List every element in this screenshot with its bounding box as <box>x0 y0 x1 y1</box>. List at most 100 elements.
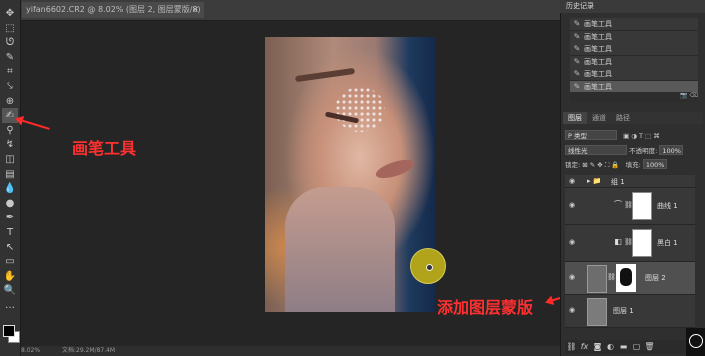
history-brush-icon[interactable]: ↯ <box>2 137 18 152</box>
history-item[interactable]: ✎ 画笔工具 <box>570 55 698 69</box>
pen-icon[interactable]: ✒ <box>2 210 18 225</box>
visibility-eye-icon[interactable]: ◉ <box>569 201 575 209</box>
history-item-label: 画笔工具 <box>584 82 612 91</box>
document-tab-bar: yifan6602.CR2 @ 8.02% (图层 2, 图层蒙版/8) × <box>0 0 560 21</box>
history-item[interactable]: ✎ 画笔工具 <box>570 43 698 56</box>
chain-link-icon[interactable]: ⛓ <box>607 273 616 281</box>
quick-select-icon[interactable]: ✎ <box>2 50 18 65</box>
black-white-adjustment-icon: ◧ <box>614 237 622 246</box>
crop-icon[interactable]: ⌗ <box>2 64 18 79</box>
lock-icons[interactable]: ⊠ ✎ ✥ ⛶ 🔒 <box>582 161 619 169</box>
move-icon[interactable]: ✥ <box>2 6 18 21</box>
marquee-icon[interactable]: ⬚ <box>2 21 18 36</box>
fill-field[interactable]: 100% <box>642 159 667 169</box>
healing-icon[interactable]: ⊕ <box>2 94 18 109</box>
adjustment-icon[interactable]: ◐ <box>604 340 617 354</box>
zoom-icon[interactable]: 🔍 <box>2 283 18 298</box>
layer-row-layer1[interactable]: ◉ 图层 1 <box>565 295 695 328</box>
eraser-icon[interactable]: ◫ <box>2 152 18 167</box>
path-select-icon[interactable]: ↖ <box>2 240 18 255</box>
filter-icons[interactable]: ▣ ◑ T ⬚ ⌘ <box>623 132 660 140</box>
stamp-icon[interactable]: ⚲ <box>2 123 18 138</box>
brush-cursor <box>410 248 446 284</box>
visibility-eye-icon[interactable]: ◉ <box>569 273 575 281</box>
visibility-eye-icon[interactable]: ◉ <box>569 306 575 314</box>
layer-filter-select[interactable]: P 类型 <box>565 130 617 140</box>
tab-channels[interactable]: 通道 <box>587 114 611 122</box>
history-item-label: 画笔工具 <box>584 70 612 78</box>
mask-icon[interactable]: ◙ <box>591 340 604 354</box>
close-icon[interactable]: × <box>191 2 199 18</box>
foreground-color-swatch[interactable] <box>3 325 15 337</box>
layer-row-layer2[interactable]: ◉ ⛓ 图层 2 <box>565 262 695 295</box>
layer-group-row[interactable]: ◉ ▸ 📁 组 1 <box>565 175 695 188</box>
history-item[interactable]: ✎ 画笔工具 <box>570 30 698 44</box>
link-icon[interactable]: ⛓ <box>565 340 578 354</box>
history-item-label: 画笔工具 <box>584 45 612 53</box>
fx-icon[interactable]: fx <box>578 340 591 354</box>
layer-row-curves[interactable]: ◉ ⌒ ⛓ 曲线 1 <box>565 188 695 225</box>
dodge-icon[interactable]: ● <box>2 196 18 211</box>
history-item-label: 画笔工具 <box>584 57 612 66</box>
fill-label: 填充: <box>625 161 641 169</box>
annotation-add-mask: 添加图层蒙版 <box>437 298 534 317</box>
opacity-label: 不透明度: <box>629 147 658 155</box>
more-icon[interactable]: … <box>2 298 18 313</box>
brush-icon: ✎ <box>573 56 581 66</box>
layer-mask-thumbnail[interactable] <box>632 229 652 257</box>
layer-name: 图层 1 <box>613 307 634 315</box>
brush-icon: ✎ <box>573 44 581 53</box>
portrait-image <box>265 37 435 312</box>
layers-panel-tabs: 图层 通道 路径 <box>563 112 703 124</box>
layers-panel-footer: ⛓ fx ◙ ◐ ▬ ▢ 🗑 <box>565 340 695 354</box>
layer-thumbnail[interactable] <box>587 265 607 293</box>
shape-icon[interactable]: ▭ <box>2 254 18 269</box>
gradient-icon[interactable]: ▤ <box>2 167 18 182</box>
zoom-level[interactable]: 8.02% <box>21 347 40 354</box>
folder-icon[interactable]: ▬ <box>617 340 630 354</box>
history-item-label: 画笔工具 <box>584 20 612 28</box>
layer-name: 黑白 1 <box>657 239 678 247</box>
blur-icon[interactable]: 💧 <box>2 181 18 196</box>
document-tab[interactable]: yifan6602.CR2 @ 8.02% (图层 2, 图层蒙版/8) × <box>22 2 204 18</box>
tab-paths[interactable]: 路径 <box>611 114 635 122</box>
layer-thumbnail[interactable] <box>587 298 607 326</box>
brush-icon: ✎ <box>573 69 581 78</box>
brush-icon: ✎ <box>573 31 581 41</box>
layer-row-bw[interactable]: ◉ ◧ ⛓ 黑白 1 <box>565 225 695 262</box>
portrait-brow <box>294 67 356 83</box>
trash-icon[interactable]: 🗑 <box>643 340 656 354</box>
visibility-eye-icon[interactable]: ◉ <box>569 177 575 185</box>
layer-filter-row: P 类型 ▣ ◑ T ⬚ ⌘ <box>565 130 660 141</box>
lock-label: 锁定: <box>565 161 581 169</box>
document-tab-title: yifan6602.CR2 @ 8.02% (图层 2, 图层蒙版/8) <box>26 5 201 14</box>
history-item-label: 画笔工具 <box>584 32 612 41</box>
lasso-icon[interactable]: ᘎ <box>2 35 18 50</box>
history-panel-title[interactable]: 历史记录 <box>560 0 705 13</box>
portrait-lips <box>373 156 417 182</box>
brush-icon: ✎ <box>573 81 581 91</box>
watermark-logo <box>686 328 705 356</box>
history-item[interactable]: ✎ 画笔工具 <box>570 18 698 31</box>
eyedropper-icon[interactable]: ⤥ <box>2 79 18 94</box>
annotation-brush-tool: 画笔工具 <box>72 139 137 158</box>
tab-layers[interactable]: 图层 <box>563 112 587 124</box>
group-folder-icon: ▸ 📁 <box>587 177 602 185</box>
layer-mask-thumbnail[interactable] <box>632 192 652 220</box>
brush-cursor-center <box>426 264 433 271</box>
blend-row: 线性光 不透明度: 100% <box>565 145 684 156</box>
group-name: 组 1 <box>611 178 625 186</box>
brush-icon: ✎ <box>573 19 581 28</box>
new-layer-icon[interactable]: ▢ <box>630 340 643 354</box>
hand-icon[interactable]: ✋ <box>2 269 18 284</box>
history-item[interactable]: ✎ 画笔工具 <box>570 68 698 81</box>
mask-shape <box>620 268 632 286</box>
blend-mode-select[interactable]: 线性光 <box>565 145 627 155</box>
visibility-eye-icon[interactable]: ◉ <box>569 238 575 246</box>
type-icon[interactable]: T <box>2 225 18 240</box>
layer-mask-thumbnail[interactable] <box>616 264 636 292</box>
opacity-field[interactable]: 100% <box>659 145 684 155</box>
tools-panel: ✥ ⬚ ᘎ ✎ ⌗ ⤥ ⊕ ✍ ⚲ ↯ ◫ ▤ 💧 ● ✒ T ↖ ▭ ✋ 🔍… <box>0 0 21 356</box>
portrait-glitter <box>335 87 385 132</box>
lock-row: 锁定: ⊠ ✎ ✥ ⛶ 🔒 填充: 100% <box>565 159 667 170</box>
